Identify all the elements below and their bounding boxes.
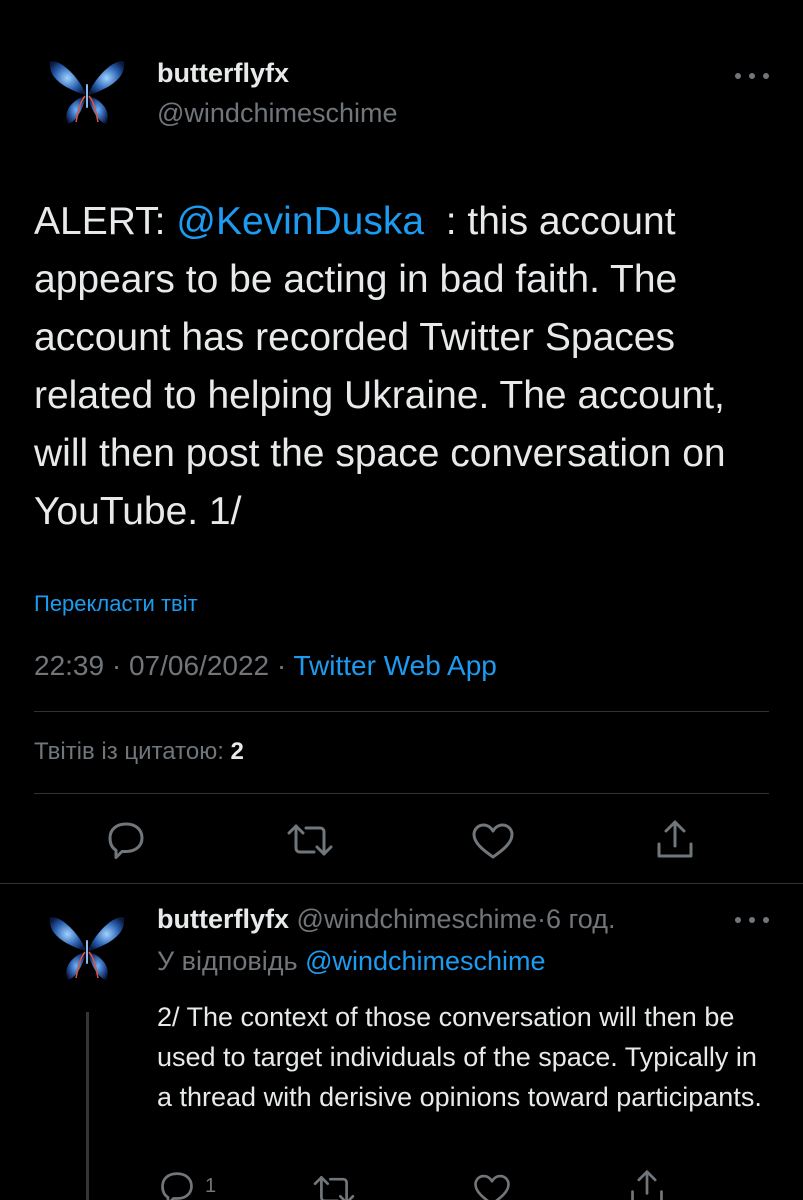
reply-count: 1 [205,1175,217,1197]
quote-tweets-link[interactable]: Твітів із цитатою: 2 [34,738,244,766]
tweet-detail-page: butterflyfx @windchimeschime ALERT: @Kev… [0,0,803,1200]
divider [34,711,769,712]
reply-author-handle[interactable]: @windchimeschime [297,904,537,934]
divider [34,793,769,794]
translate-tweet-link[interactable]: Перекласти твіт [34,591,198,617]
reply-author-display-name[interactable]: butterflyfx [157,904,289,934]
retweet-icon [313,1176,355,1200]
meta-separator: · [276,650,294,681]
tweet-meta: 22:39 · 07/06/2022 · Twitter Web App [34,650,497,682]
reply-header: butterflyfx @windchimeschime·6 год. [157,904,615,935]
section-divider [0,883,803,884]
like-button[interactable] [472,1172,512,1200]
butterfly-avatar-icon [34,40,140,146]
heart-icon [474,1174,510,1200]
tweet-time[interactable]: 22:39 [34,650,104,681]
retweet-button[interactable] [312,1172,356,1200]
tweet-source-link[interactable]: Twitter Web App [294,650,497,681]
replying-to: У відповідь @windchimeschime [157,946,546,977]
tweet-text: ALERT: @KevinDuska : this account appear… [34,193,774,541]
reply-icon [161,1172,193,1200]
main-tweet: butterflyfx @windchimeschime ALERT: @Kev… [0,0,803,884]
thread-connector-line [86,1012,89,1200]
tweet-text-prefix: ALERT: [34,200,177,243]
more-options-icon[interactable] [735,914,769,926]
more-options-icon[interactable] [735,70,769,82]
share-button[interactable] [654,818,696,862]
reply-time[interactable]: 6 год. [546,904,615,934]
author-display-name[interactable]: butterflyfx [157,58,289,89]
tweet-text-body: : this account appears to be acting in b… [34,200,736,533]
mention-link[interactable]: @KevinDuska [176,200,424,243]
meta-separator: · [111,650,129,681]
heart-icon [472,823,514,859]
replying-to-label: У відповідь [157,946,298,976]
share-button[interactable] [628,1168,666,1200]
replying-to-mention[interactable]: @windchimeschime [305,946,545,976]
quote-tweets-label: Твітів із цитатою: [34,738,224,765]
reply-avatar[interactable] [34,896,140,1002]
butterfly-avatar-icon [34,896,140,1002]
avatar[interactable] [34,40,140,146]
retweet-button[interactable] [286,820,334,860]
reply-separator: · [537,904,547,934]
quote-tweets-count: 2 [230,738,244,765]
reply-icon [108,822,144,859]
like-button[interactable] [470,821,516,861]
retweet-icon [287,824,333,856]
tweet-date[interactable]: 07/06/2022 [129,650,269,681]
share-icon [631,1170,663,1200]
author-handle[interactable]: @windchimeschime [157,98,397,129]
share-icon [657,820,693,858]
reply-button[interactable] [104,820,148,862]
reply-button[interactable] [157,1170,197,1200]
reply-tweet-text: 2/ The context of those conversation wil… [157,1002,762,1112]
